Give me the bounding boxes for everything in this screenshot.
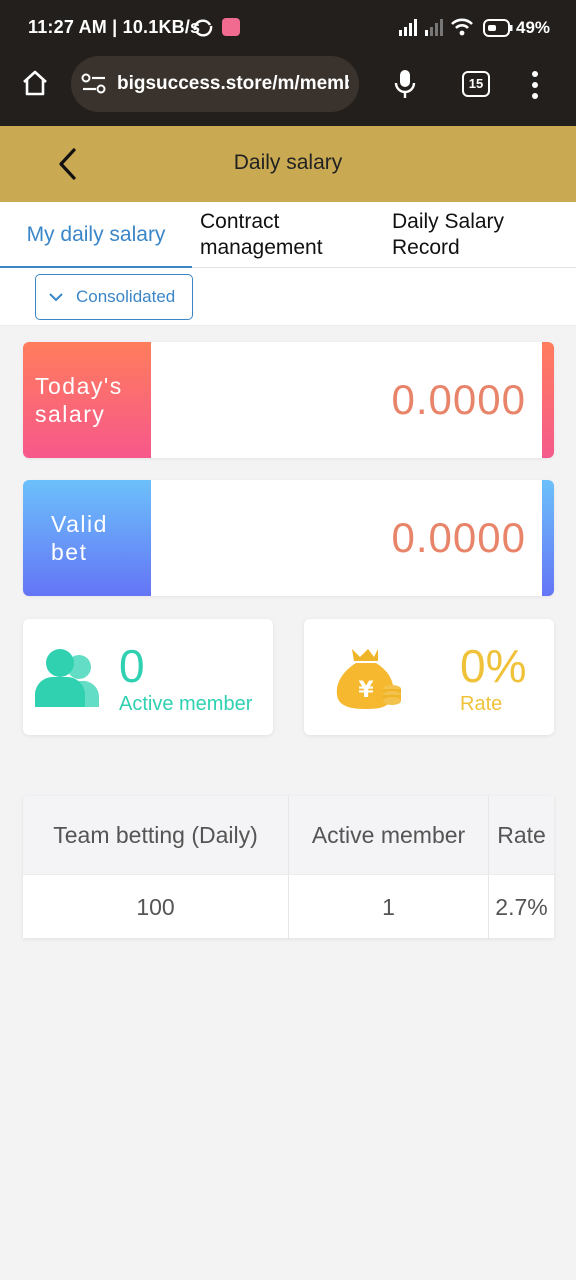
browser-toolbar: bigsuccess.store/m/member 15	[0, 56, 576, 126]
table-row: 100 1 2.7%	[23, 874, 554, 939]
tab-contract-label: Contract management	[200, 210, 323, 259]
active-member-label: Active member	[119, 693, 253, 715]
table-cell: 100	[23, 875, 289, 939]
sync-icon	[193, 19, 213, 37]
users-icon	[35, 649, 100, 707]
url-text[interactable]: bigsuccess.store/m/member	[117, 73, 349, 95]
app-notification-icon	[222, 18, 240, 36]
card-accent-bar	[542, 342, 554, 458]
table-cell: 1	[289, 875, 489, 939]
consolidated-dropdown[interactable]: Consolidated	[35, 274, 193, 320]
page-title: Daily salary	[233, 151, 343, 174]
valid-bet-value: 0.0000	[391, 514, 526, 561]
tab-bar: My daily salary Contract management Dail…	[0, 202, 576, 268]
todays-salary-card: Today's salary 0.0000	[23, 342, 554, 458]
signal-icon	[425, 19, 443, 36]
app-header: Daily salary	[0, 126, 576, 202]
card-accent-bar	[542, 480, 554, 596]
battery-percent: 49%	[516, 18, 551, 37]
table-cell: 2.7%	[495, 894, 548, 920]
battery-icon	[483, 19, 513, 37]
money-bag-icon: ¥	[336, 649, 401, 709]
status-bar: 11:27 AM | 10.1KB/s 49%	[0, 0, 576, 56]
valid-bet-label: Valid bet	[51, 511, 108, 565]
active-member-card: 0 Active member	[23, 619, 273, 735]
chevron-down-icon	[49, 293, 63, 302]
rate-label: Rate	[460, 693, 503, 715]
todays-salary-value: 0.0000	[391, 376, 526, 423]
status-time: 11:27 AM | 10.1KB/s	[28, 17, 201, 37]
table-header-cell: Rate	[497, 822, 546, 848]
svg-text:¥: ¥	[358, 678, 374, 703]
todays-salary-label-panel: Today's salary	[23, 342, 151, 458]
more-vert-icon[interactable]	[527, 70, 543, 100]
address-bar[interactable]: bigsuccess.store/m/member	[71, 56, 359, 112]
dropdown-label: Consolidated	[76, 287, 176, 306]
tabs-button[interactable]: 15	[462, 71, 490, 97]
table-header-cell: Team betting (Daily)	[23, 796, 289, 874]
tab-daily-salary-record[interactable]: Daily Salary Record	[392, 209, 532, 275]
table-header-cell: Active member	[289, 796, 489, 874]
tab-contract-management[interactable]: Contract management	[200, 209, 350, 275]
tab-my-daily-salary[interactable]: My daily salary	[0, 202, 192, 268]
mic-icon[interactable]	[392, 68, 418, 100]
wifi-icon	[451, 18, 473, 36]
valid-bet-label-panel: Valid bet	[23, 480, 151, 596]
tab-record-label: Daily Salary Record	[392, 210, 505, 259]
table-header-row: Team betting (Daily) Active member Rate	[23, 796, 554, 874]
rate-table: Team betting (Daily) Active member Rate …	[23, 796, 554, 939]
valid-bet-card: Valid bet 0.0000	[23, 480, 554, 596]
home-icon[interactable]	[20, 68, 50, 98]
rate-card: ¥ 0% Rate	[304, 619, 554, 735]
todays-salary-label: Today's salary	[35, 373, 123, 427]
active-member-value: 0	[119, 640, 145, 692]
rate-value: 0%	[460, 640, 527, 692]
site-settings-icon[interactable]	[81, 73, 107, 95]
filter-row: Consolidated	[0, 268, 576, 326]
signal-icon	[399, 19, 417, 36]
